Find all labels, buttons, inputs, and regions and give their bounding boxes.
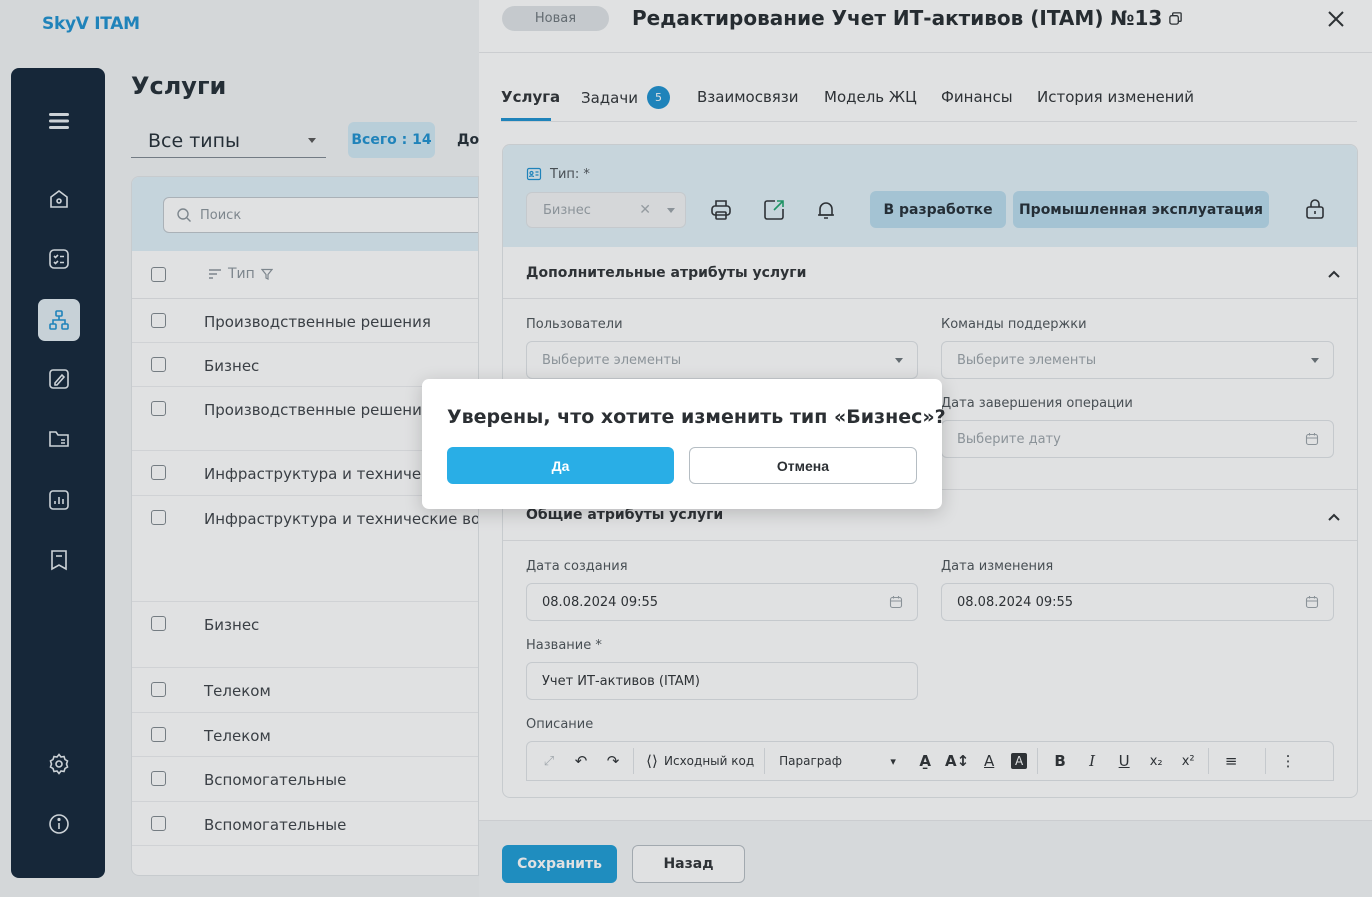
confirm-yes-button[interactable]: Да [447,447,674,484]
confirm-cancel-button[interactable]: Отмена [689,447,917,484]
confirm-dialog: Уверены, что хотите изменить тип «Бизнес… [422,379,946,509]
confirm-question: Уверены, что хотите изменить тип «Бизнес… [447,406,946,428]
